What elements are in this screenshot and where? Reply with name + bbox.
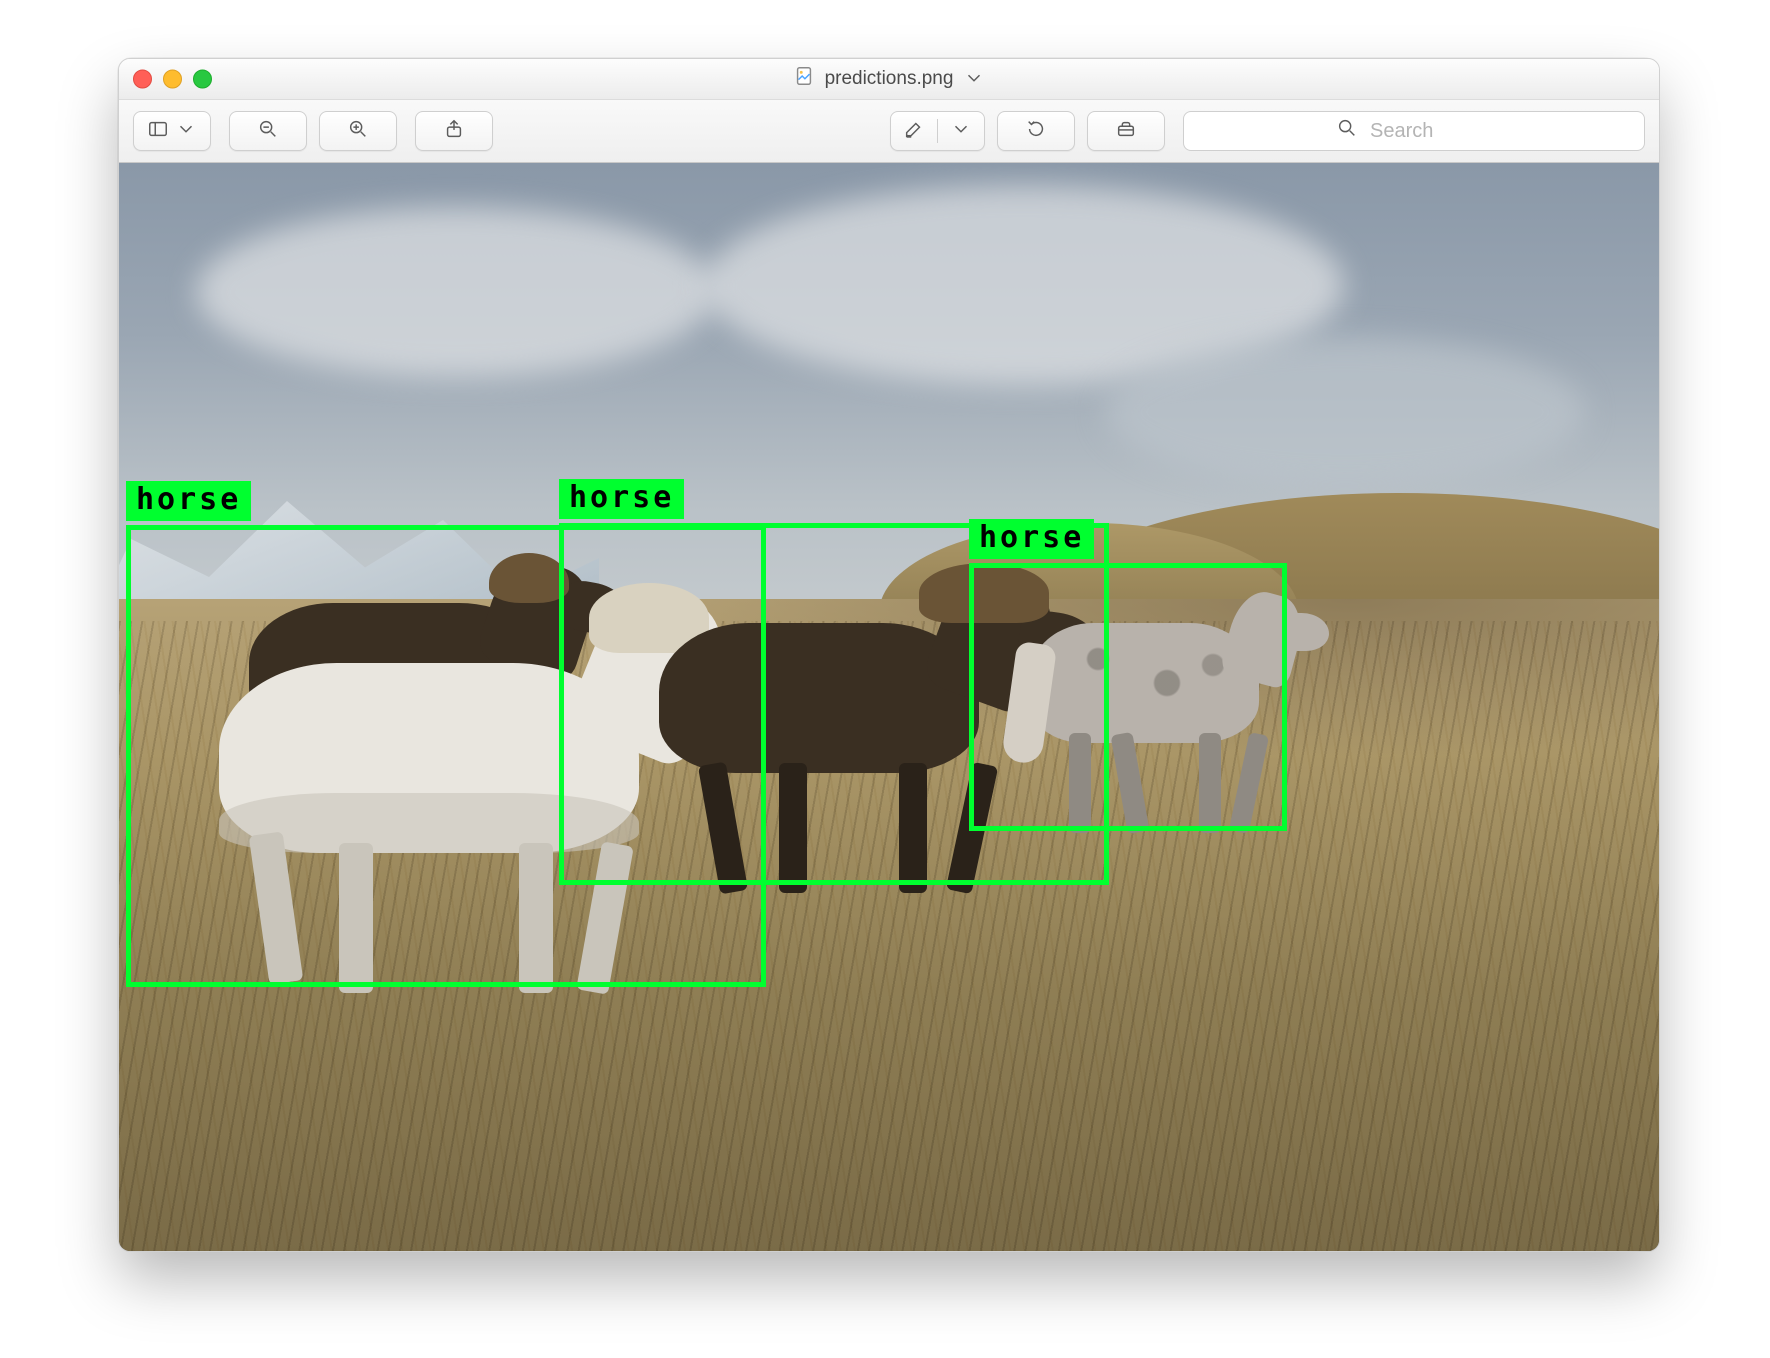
close-window-button[interactable] — [133, 70, 152, 89]
rotate-left-icon — [1025, 118, 1047, 145]
title-dropdown-chevron-icon[interactable] — [963, 67, 985, 92]
detection-label: horse — [126, 481, 251, 521]
fullscreen-window-button[interactable] — [193, 70, 212, 89]
share-button[interactable] — [415, 111, 493, 151]
image-viewport[interactable]: horse horse horse — [119, 163, 1659, 1252]
chevron-down-icon — [175, 118, 197, 145]
search-field[interactable] — [1183, 111, 1645, 151]
highlighter-icon — [903, 118, 925, 145]
window-controls — [133, 70, 212, 89]
zoom-out-icon — [257, 118, 279, 145]
toolbox-icon — [1115, 118, 1137, 145]
zoom-in-button[interactable] — [319, 111, 397, 151]
sidebar-view-button[interactable] — [133, 111, 211, 151]
image-content: horse horse horse — [119, 163, 1659, 1252]
zoom-in-icon — [347, 118, 369, 145]
markup-highlight-button[interactable] — [890, 111, 985, 151]
zoom-out-button[interactable] — [229, 111, 307, 151]
chevron-down-icon — [950, 118, 972, 145]
search-icon — [1336, 117, 1358, 145]
document-icon — [793, 65, 815, 93]
window-title: predictions.png — [793, 65, 986, 93]
detection-box — [969, 563, 1287, 831]
window-title-text: predictions.png — [825, 68, 954, 90]
detection-label: horse — [969, 519, 1094, 559]
sidebar-icon — [147, 118, 169, 145]
share-icon — [443, 118, 465, 145]
titlebar: predictions.png — [119, 59, 1659, 100]
minimize-window-button[interactable] — [163, 70, 182, 89]
preview-window: predictions.png — [118, 58, 1660, 1252]
markup-toolbar-button[interactable] — [1087, 111, 1165, 151]
rotate-button[interactable] — [997, 111, 1075, 151]
search-input[interactable] — [1368, 119, 1492, 144]
detection-label: horse — [559, 479, 684, 519]
toolbar — [119, 100, 1659, 163]
